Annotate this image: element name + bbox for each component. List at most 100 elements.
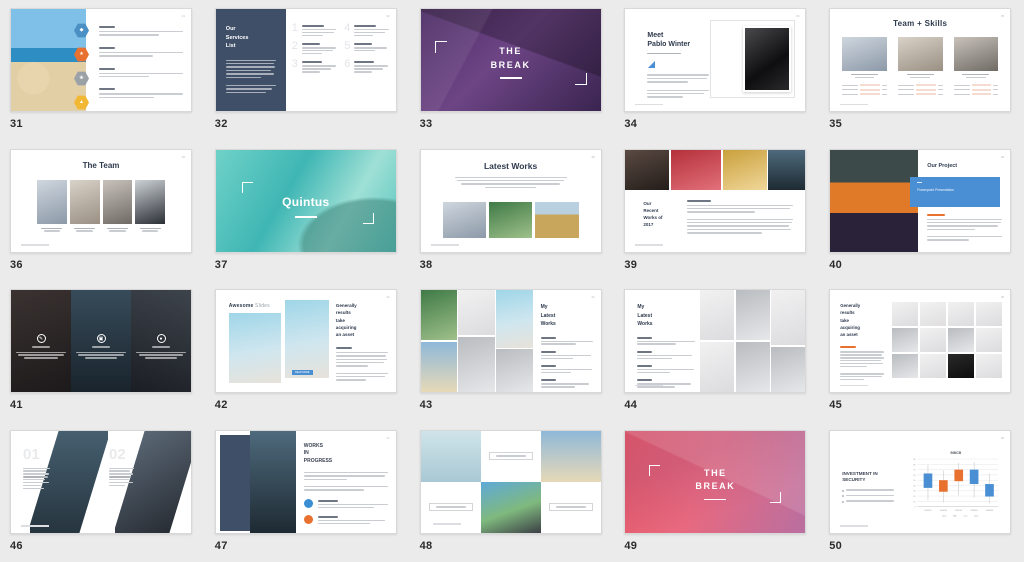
slide-cell-40[interactable]: 40 Our Project Powerpoint Presentation 4…	[819, 141, 1024, 282]
slide-thumbnail-40[interactable]: 40 Our Project Powerpoint Presentation	[829, 148, 1012, 253]
list-index: 2	[291, 40, 298, 53]
slide-thumbnail-45[interactable]: 45 Generally results take acquiring an a…	[829, 289, 1012, 393]
slide-number: 48	[419, 539, 433, 552]
mosaic-photo	[771, 346, 806, 392]
slide-number: 37	[214, 258, 228, 271]
slide-footer	[635, 244, 664, 246]
project-card[interactable]: Powerpoint Presentation	[910, 176, 1001, 207]
panel-title: Our Services List	[225, 26, 249, 50]
break-title-line2: BREAK	[695, 481, 736, 491]
slide-page-marker: 40	[1000, 154, 1005, 159]
slide-footer	[21, 525, 49, 527]
slide-cell-39[interactable]: Our Recent Works of 2017 39	[614, 141, 819, 282]
slide-cell-48[interactable]: 48	[410, 422, 615, 562]
strip-photo	[722, 149, 767, 190]
slide-thumbnail-39[interactable]: Our Recent Works of 2017	[624, 148, 807, 253]
slide-thumbnail-48[interactable]	[419, 429, 602, 534]
slide-thumbnail-34[interactable]: 34 Meet Pablo Winter	[624, 8, 807, 112]
item-heading	[99, 46, 115, 49]
slide-title: My Latest Works	[540, 304, 556, 327]
svg-text:70: 70	[914, 469, 916, 471]
item-heading	[99, 26, 115, 28]
slide-thumbnail-43[interactable]: 43 My Latest Works	[419, 289, 602, 393]
slide-cell-44[interactable]: My Latest Works 44	[614, 281, 819, 422]
svg-text:2016/3/4: 2016/3/4	[940, 509, 947, 511]
slide-cell-31[interactable]: 31 ◆ ★ ❀ ▲ 31	[0, 0, 205, 141]
member-photo	[953, 37, 999, 71]
slide-number: 40	[829, 258, 843, 271]
slide-page-marker: 31	[181, 14, 185, 18]
panel[interactable]: ▣	[71, 290, 131, 392]
slide-title: The Team	[82, 160, 120, 170]
slide-thumbnail-49[interactable]: THE BREAK	[624, 429, 807, 534]
gallery-photo	[540, 430, 601, 482]
slide-cell-46[interactable]: 01 02 46	[0, 422, 205, 562]
slide-cell-45[interactable]: 45 Generally results take acquiring an a…	[819, 281, 1024, 422]
slide-thumbnail-38[interactable]: 38 Latest Works	[419, 148, 602, 253]
slide-cell-50[interactable]: 50 INVESTMENT IN SECURITY BIMCB 90 80 70…	[819, 422, 1024, 562]
svg-text:20: 20	[914, 496, 916, 498]
title-bold: Awesome	[228, 303, 254, 309]
slide-cell-34[interactable]: 34 Meet Pablo Winter 34	[614, 0, 819, 141]
slide-cell-43[interactable]: 43 My Latest Works 43	[410, 281, 615, 422]
slide-title: My Latest Works	[637, 304, 653, 327]
svg-text:80: 80	[914, 464, 916, 466]
shield-icon: ◆	[74, 23, 89, 38]
bullet-heading	[317, 499, 338, 502]
star-icon: ★	[74, 47, 89, 62]
item-heading	[540, 350, 556, 353]
slide-photo	[745, 28, 790, 90]
slide-number: 49	[624, 539, 638, 552]
mosaic-photo	[700, 341, 735, 392]
panel[interactable]: ●	[131, 290, 191, 392]
slide-footer	[432, 523, 461, 525]
slide-thumbnail-32[interactable]: 32 Our Services List 1 4 2 5 3 6	[214, 8, 397, 112]
slide-thumbnail-41[interactable]: ✎ ▣ ●	[10, 289, 192, 393]
camera-icon: ▣	[96, 334, 106, 343]
slide-thumbnail-50[interactable]: 50 INVESTMENT IN SECURITY BIMCB 90 80 70…	[829, 429, 1012, 534]
slide-photo	[249, 430, 296, 533]
slide-title: Generally results take acquiring an asse…	[840, 303, 861, 338]
slide-cell-42[interactable]: 42 Awesome Slides READ MORE Generally re…	[205, 281, 410, 422]
slide-number: 36	[10, 258, 23, 271]
slide-cell-49[interactable]: THE BREAK 49	[614, 422, 819, 562]
mosaic-photo	[420, 290, 457, 341]
slide-thumbnail-47[interactable]: 47 WORKS IN PROGRESS	[214, 429, 397, 534]
panel[interactable]: ✎	[11, 290, 71, 392]
slide-page-marker: 43	[591, 295, 595, 299]
read-more-button[interactable]: READ MORE	[291, 370, 313, 375]
mosaic-photo	[735, 290, 770, 341]
section-heading	[927, 213, 946, 216]
slide-cell-32[interactable]: 32 Our Services List 1 4 2 5 3 6 32	[205, 0, 410, 141]
slide-thumbnail-36[interactable]: 36 The Team	[10, 148, 192, 253]
slide-page-marker: 47	[386, 435, 390, 440]
slide-cell-35[interactable]: 35 Team + Skills 35	[819, 0, 1024, 141]
slide-cell-47[interactable]: 47 WORKS IN PROGRESS 47	[205, 422, 410, 562]
list-index: 1	[291, 22, 298, 34]
slide-footer	[21, 244, 49, 246]
slide-footer	[840, 384, 869, 386]
slide-cell-37[interactable]: Quintus 37	[205, 141, 410, 282]
slide-thumbnail-46[interactable]: 01 02	[10, 429, 192, 534]
slide-title: Latest Works	[483, 160, 538, 171]
svg-text:2016/3/9: 2016/3/9	[986, 509, 993, 511]
break-title-line1: THE	[703, 467, 727, 478]
slide-thumbnail-44[interactable]: My Latest Works	[624, 289, 807, 393]
slide-thumbnail-35[interactable]: 35 Team + Skills	[829, 8, 1012, 112]
slide-page-marker: 45	[1000, 295, 1005, 299]
slide-cell-36[interactable]: 36 The Team 36	[0, 141, 205, 282]
mosaic-photo	[496, 349, 533, 392]
item-heading	[99, 88, 115, 91]
slide-thumbnail-31[interactable]: 31 ◆ ★ ❀ ▲	[10, 8, 192, 112]
profile-subtitle	[647, 52, 682, 55]
slide-thumbnail-33[interactable]: THE BREAK	[419, 8, 602, 112]
slide-subtitle	[454, 176, 567, 189]
svg-text:10: 10	[914, 501, 916, 503]
slide-cell-41[interactable]: ✎ ▣ ● 41	[0, 281, 205, 422]
slide-thumbnail-37[interactable]: Quintus	[214, 148, 397, 253]
slide-thumbnail-42[interactable]: 42 Awesome Slides READ MORE Generally re…	[214, 289, 397, 393]
grid-photo	[920, 328, 947, 352]
slide-cell-38[interactable]: 38 Latest Works 38	[410, 141, 615, 282]
team-member	[897, 37, 943, 96]
slide-cell-33[interactable]: THE BREAK 33	[410, 0, 615, 141]
